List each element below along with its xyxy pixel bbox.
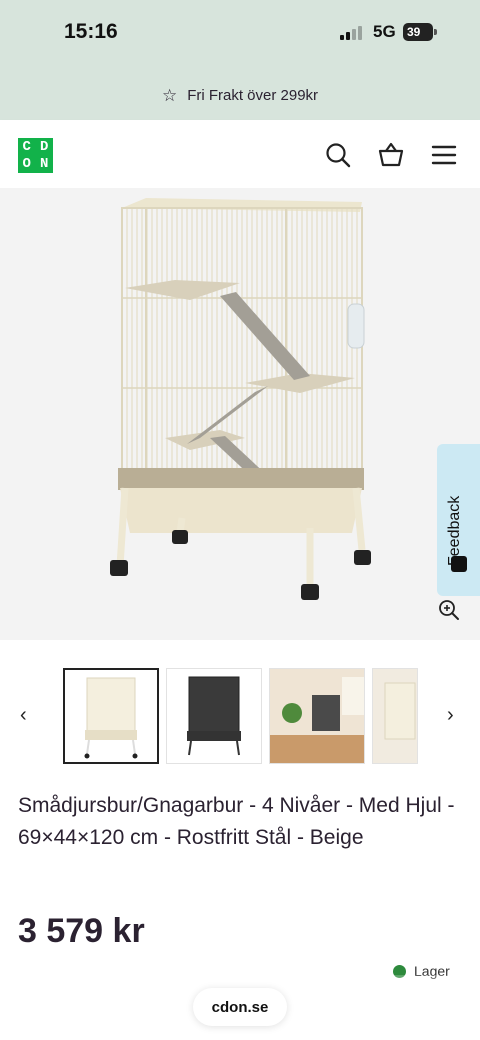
thumbnail-strip: ‹ › [0, 666, 480, 766]
thumbnail-beige-cage[interactable] [63, 668, 159, 764]
promo-bar[interactable]: ☆ Fri Frakt över 299kr [0, 70, 480, 120]
menu-icon[interactable] [429, 140, 459, 170]
thumb-image [84, 677, 138, 759]
star-icon: ☆ [161, 85, 178, 105]
basket-icon[interactable] [376, 140, 406, 170]
thumb-image [270, 669, 364, 763]
zoom-in-icon[interactable] [437, 598, 461, 622]
site-header [0, 120, 480, 188]
battery-icon: 39 [403, 23, 433, 41]
logo-letter: C [22, 138, 31, 155]
product-main-image[interactable] [0, 188, 480, 640]
clock: 15:16 [64, 20, 118, 43]
signal-icon [340, 26, 366, 40]
chevron-right-icon[interactable]: › [447, 704, 463, 726]
cage-illustration [110, 198, 371, 600]
browser-url-bar[interactable]: cdon.se [193, 988, 287, 1026]
search-icon[interactable] [323, 140, 353, 170]
thumbnail-room-scene[interactable] [269, 668, 365, 764]
chevron-left-icon[interactable]: ‹ [20, 704, 36, 726]
thumb-image [187, 676, 241, 756]
thumbnail-cage-detail[interactable] [372, 668, 418, 764]
logo-letter: D [40, 138, 49, 155]
product-title: Smådjursbur/Gnagarbur - 4 Nivåer - Med H… [18, 794, 455, 849]
logo-letter: N [40, 156, 49, 173]
battery-level: 39 [407, 25, 421, 39]
status-bar: 15:16 5G 39 [0, 0, 480, 70]
cdon-logo[interactable]: C D O N [18, 138, 53, 173]
feedback-smiley-icon [451, 556, 467, 572]
thumbnail-black-cage[interactable] [166, 668, 262, 764]
thumb-image [373, 669, 417, 763]
promo-text: Fri Frakt över 299kr [187, 86, 319, 104]
product-price: 3 579 kr [18, 912, 145, 950]
feedback-button[interactable]: Feedback [437, 444, 480, 596]
logo-letter: O [22, 156, 31, 173]
battery-cap [434, 29, 437, 35]
network-type: 5G [373, 22, 396, 41]
